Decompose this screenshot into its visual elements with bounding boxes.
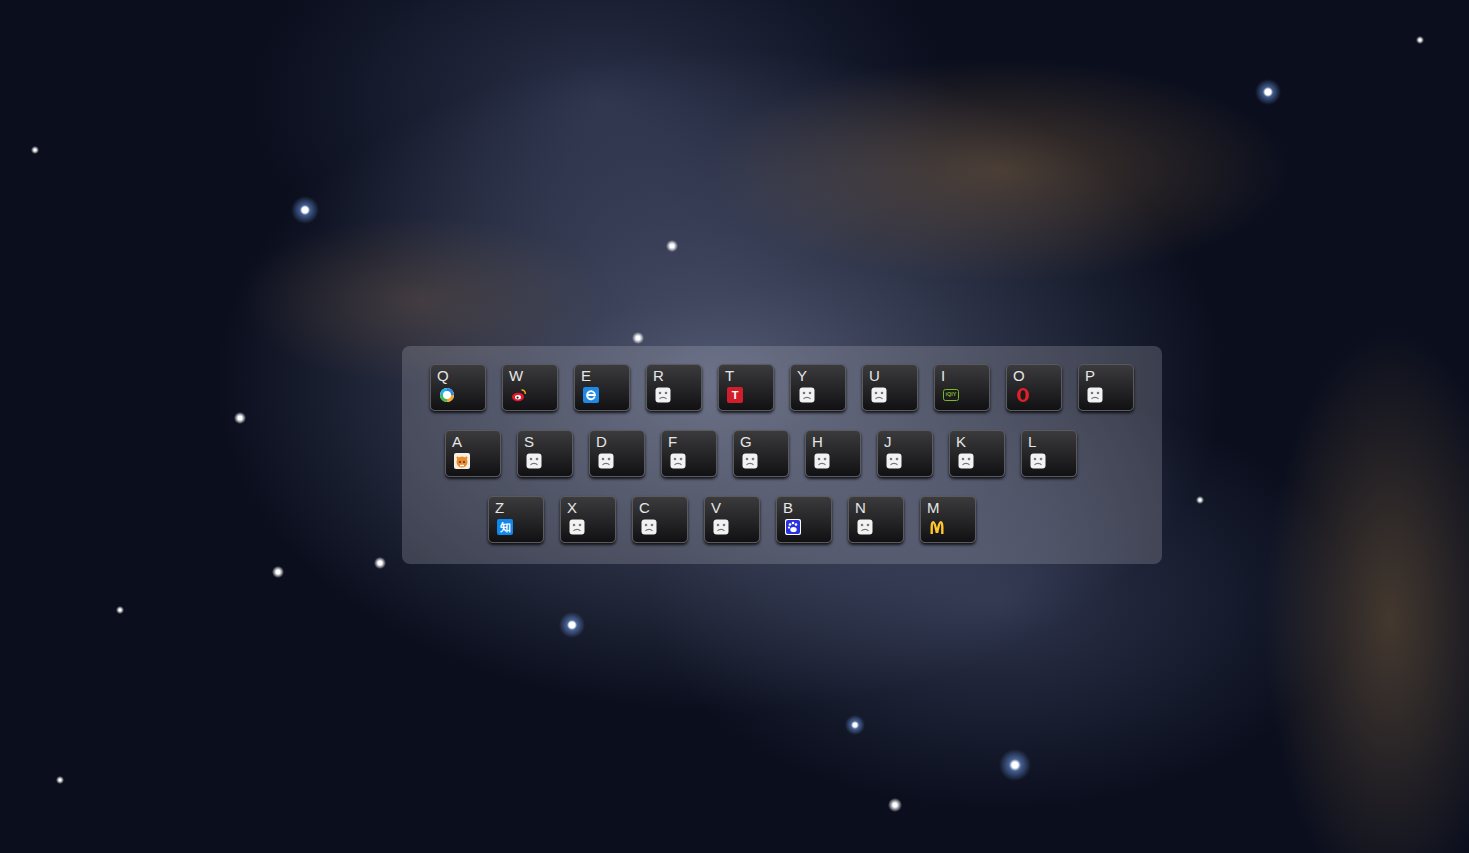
mcdonalds-icon bbox=[929, 519, 945, 535]
tmall-icon: T bbox=[727, 387, 743, 403]
shortcut-key[interactable]: G bbox=[733, 430, 789, 477]
key-letter: L bbox=[1028, 433, 1036, 450]
key-letter: K bbox=[956, 433, 966, 450]
shortcut-key[interactable]: Q bbox=[430, 364, 486, 411]
icon-label: T bbox=[727, 387, 743, 403]
key-letter: C bbox=[639, 499, 650, 516]
placeholder-icon bbox=[655, 387, 671, 403]
opera-icon bbox=[1015, 387, 1031, 403]
placeholder-icon bbox=[742, 453, 758, 469]
key-letter: U bbox=[869, 367, 880, 384]
shortcut-key[interactable]: H bbox=[805, 430, 861, 477]
key-row: ASDFGHJKL bbox=[402, 430, 1162, 477]
placeholder-icon bbox=[1030, 453, 1046, 469]
shortcut-key[interactable]: M bbox=[920, 496, 976, 543]
zhihu-icon: 知 bbox=[497, 519, 513, 535]
placeholder-icon bbox=[713, 519, 729, 535]
key-letter: X bbox=[567, 499, 577, 516]
shortcut-key[interactable]: E bbox=[574, 364, 630, 411]
key-letter: I bbox=[941, 367, 945, 384]
shortcut-key[interactable]: F bbox=[661, 430, 717, 477]
shortcut-key[interactable]: TT bbox=[718, 364, 774, 411]
key-letter: P bbox=[1085, 367, 1095, 384]
placeholder-icon bbox=[886, 453, 902, 469]
shortcut-key[interactable]: IiQIY bbox=[934, 364, 990, 411]
qqbrowser-icon bbox=[439, 387, 455, 403]
iqiyi-icon: iQIY bbox=[943, 387, 959, 403]
key-letter: W bbox=[509, 367, 523, 384]
firefox-icon bbox=[454, 453, 470, 469]
shortcut-key[interactable]: D bbox=[589, 430, 645, 477]
key-letter: J bbox=[884, 433, 892, 450]
shortcut-key[interactable]: W bbox=[502, 364, 558, 411]
page: Q W E R TT Y U IiQIY O P A S D F G H J K L Z知 X C V B N M bbox=[0, 0, 1469, 564]
shortcut-key[interactable]: X bbox=[560, 496, 616, 543]
placeholder-icon bbox=[799, 387, 815, 403]
shortcut-key[interactable]: R bbox=[646, 364, 702, 411]
shortcut-key[interactable]: U bbox=[862, 364, 918, 411]
placeholder-icon bbox=[526, 453, 542, 469]
shortcut-key[interactable]: Y bbox=[790, 364, 846, 411]
placeholder-icon bbox=[871, 387, 887, 403]
key-letter: Z bbox=[495, 499, 504, 516]
shortcut-key[interactable]: B bbox=[776, 496, 832, 543]
key-letter: B bbox=[783, 499, 793, 516]
key-row: Q W E R TT Y U IiQIY O P bbox=[402, 364, 1162, 411]
shortcut-key[interactable]: P bbox=[1078, 364, 1134, 411]
placeholder-icon bbox=[641, 519, 657, 535]
shortcut-key[interactable]: L bbox=[1021, 430, 1077, 477]
key-row: Z知 X C V B N M bbox=[402, 496, 1162, 543]
shortcut-key[interactable]: V bbox=[704, 496, 760, 543]
shortcut-key[interactable]: A bbox=[445, 430, 501, 477]
placeholder-icon bbox=[670, 453, 686, 469]
key-letter: G bbox=[740, 433, 752, 450]
key-letter: T bbox=[725, 367, 734, 384]
ie-icon bbox=[583, 387, 599, 403]
key-letter: N bbox=[855, 499, 866, 516]
keyboard-panel: Q W E R TT Y U IiQIY O P A S D F G H J K L Z知 X C V B N M bbox=[402, 346, 1162, 564]
key-letter: R bbox=[653, 367, 664, 384]
key-letter: M bbox=[927, 499, 940, 516]
placeholder-icon bbox=[814, 453, 830, 469]
key-letter: E bbox=[581, 367, 591, 384]
shortcut-key[interactable]: N bbox=[848, 496, 904, 543]
key-letter: O bbox=[1013, 367, 1025, 384]
key-letter: Y bbox=[797, 367, 807, 384]
key-letter: Q bbox=[437, 367, 449, 384]
key-letter: S bbox=[524, 433, 534, 450]
key-letter: F bbox=[668, 433, 677, 450]
shortcut-key[interactable]: C bbox=[632, 496, 688, 543]
key-letter: H bbox=[812, 433, 823, 450]
placeholder-icon bbox=[857, 519, 873, 535]
key-letter: A bbox=[452, 433, 462, 450]
placeholder-icon bbox=[1087, 387, 1103, 403]
key-letter: V bbox=[711, 499, 721, 516]
icon-label: iQIY bbox=[943, 387, 959, 403]
key-letter: D bbox=[596, 433, 607, 450]
placeholder-icon bbox=[958, 453, 974, 469]
shortcut-key[interactable]: Z知 bbox=[488, 496, 544, 543]
placeholder-icon bbox=[569, 519, 585, 535]
shortcut-key[interactable]: O bbox=[1006, 364, 1062, 411]
icon-label: 知 bbox=[497, 519, 513, 535]
shortcut-key[interactable]: S bbox=[517, 430, 573, 477]
placeholder-icon bbox=[598, 453, 614, 469]
shortcut-key[interactable]: K bbox=[949, 430, 1005, 477]
shortcut-key[interactable]: J bbox=[877, 430, 933, 477]
weibo-icon bbox=[511, 387, 527, 403]
baidu-icon bbox=[785, 519, 801, 535]
